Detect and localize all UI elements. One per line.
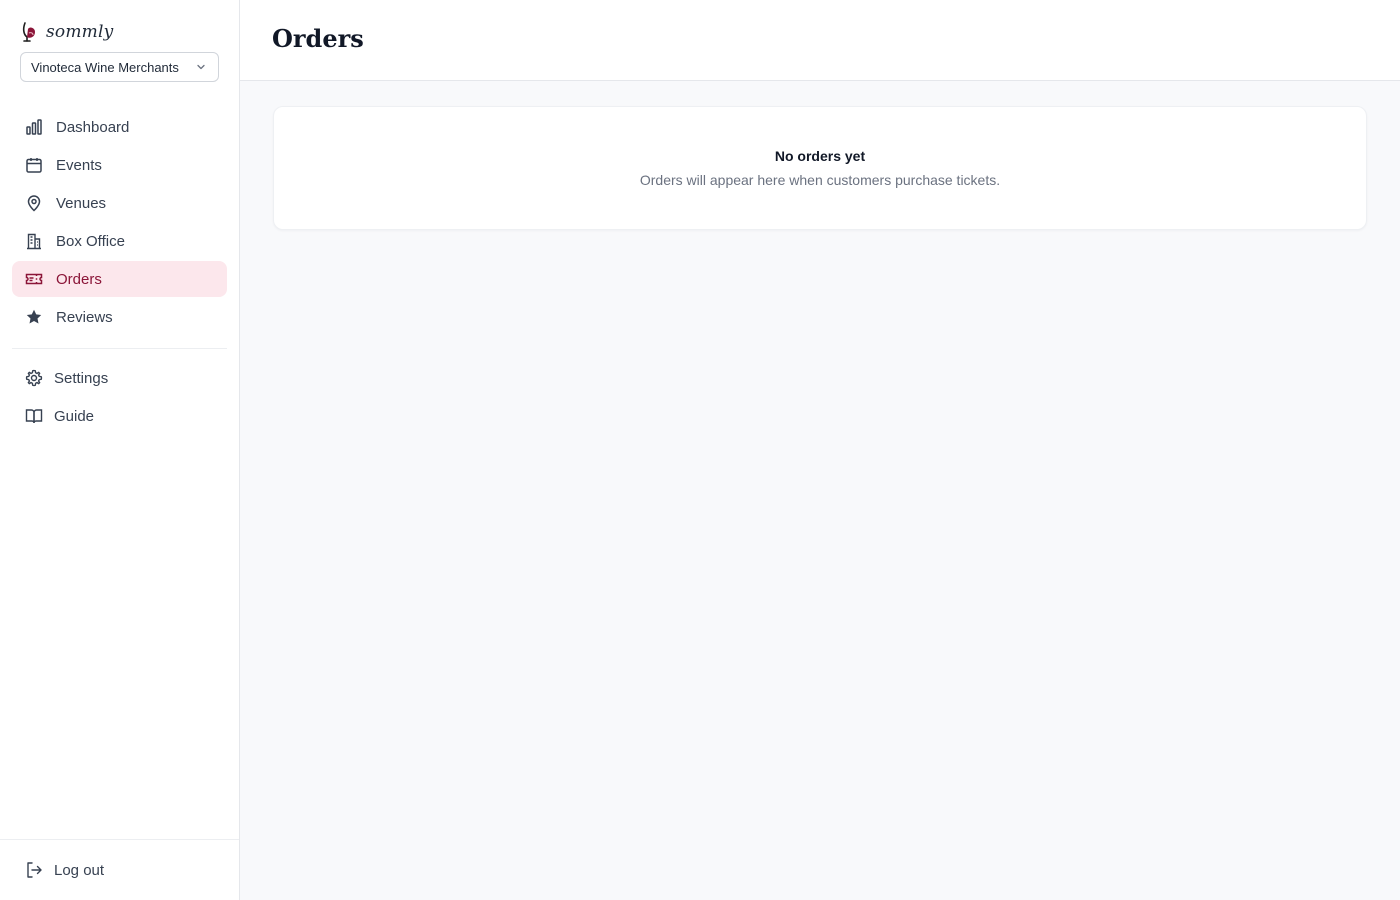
ticket-icon — [24, 269, 44, 289]
sidebar-item-dashboard[interactable]: Dashboard — [12, 109, 227, 145]
page-title: Orders — [272, 24, 364, 53]
star-icon — [24, 307, 44, 327]
brand[interactable]: sommly — [20, 18, 113, 46]
gear-icon — [24, 368, 44, 388]
sidebar-item-label: Events — [56, 156, 102, 174]
sidebar-item-label: Guide — [54, 407, 95, 425]
sidebar: sommly Vinoteca Wine Merchants Dashboard… — [0, 0, 240, 900]
sidebar-item-events[interactable]: Events — [12, 147, 227, 183]
wine-glass-logo-icon — [20, 20, 40, 44]
calendar-icon — [24, 155, 44, 175]
map-pin-icon — [24, 193, 44, 213]
logout-button[interactable]: Log out — [12, 852, 227, 888]
chevron-down-icon — [194, 60, 208, 74]
empty-state-description: Orders will appear here when customers p… — [639, 172, 1001, 188]
empty-state-card: No orders yet Orders will appear here wh… — [273, 106, 1367, 230]
logout-label: Log out — [54, 861, 105, 879]
page-header: Orders — [240, 0, 1400, 81]
sidebar-item-label: Dashboard — [56, 118, 130, 136]
sidebar-item-guide[interactable]: Guide — [12, 398, 227, 434]
organization-select-value: Vinoteca Wine Merchants — [31, 59, 179, 75]
bar-chart-icon — [24, 117, 44, 137]
empty-state-title: No orders yet — [774, 148, 866, 164]
building-icon — [24, 231, 44, 251]
sidebar-item-reviews[interactable]: Reviews — [12, 299, 227, 335]
organization-select[interactable]: Vinoteca Wine Merchants — [20, 52, 219, 82]
sidebar-item-settings[interactable]: Settings — [12, 360, 227, 396]
footer-divider — [0, 839, 239, 840]
brand-name: sommly — [46, 22, 114, 42]
sidebar-item-venues[interactable]: Venues — [12, 185, 227, 221]
secondary-nav: Settings Guide — [12, 360, 227, 436]
book-icon — [24, 406, 44, 426]
primary-nav: Dashboard Events Venues Box Office Order… — [12, 109, 227, 337]
sidebar-item-box-office[interactable]: Box Office — [12, 223, 227, 259]
sidebar-item-label: Orders — [56, 270, 102, 288]
logout-icon — [24, 860, 44, 880]
sidebar-item-label: Reviews — [56, 308, 113, 326]
sidebar-item-label: Box Office — [56, 232, 125, 250]
nav-divider — [12, 348, 227, 349]
sidebar-item-orders[interactable]: Orders — [12, 261, 227, 297]
sidebar-item-label: Settings — [54, 369, 109, 387]
sidebar-item-label: Venues — [56, 194, 107, 212]
